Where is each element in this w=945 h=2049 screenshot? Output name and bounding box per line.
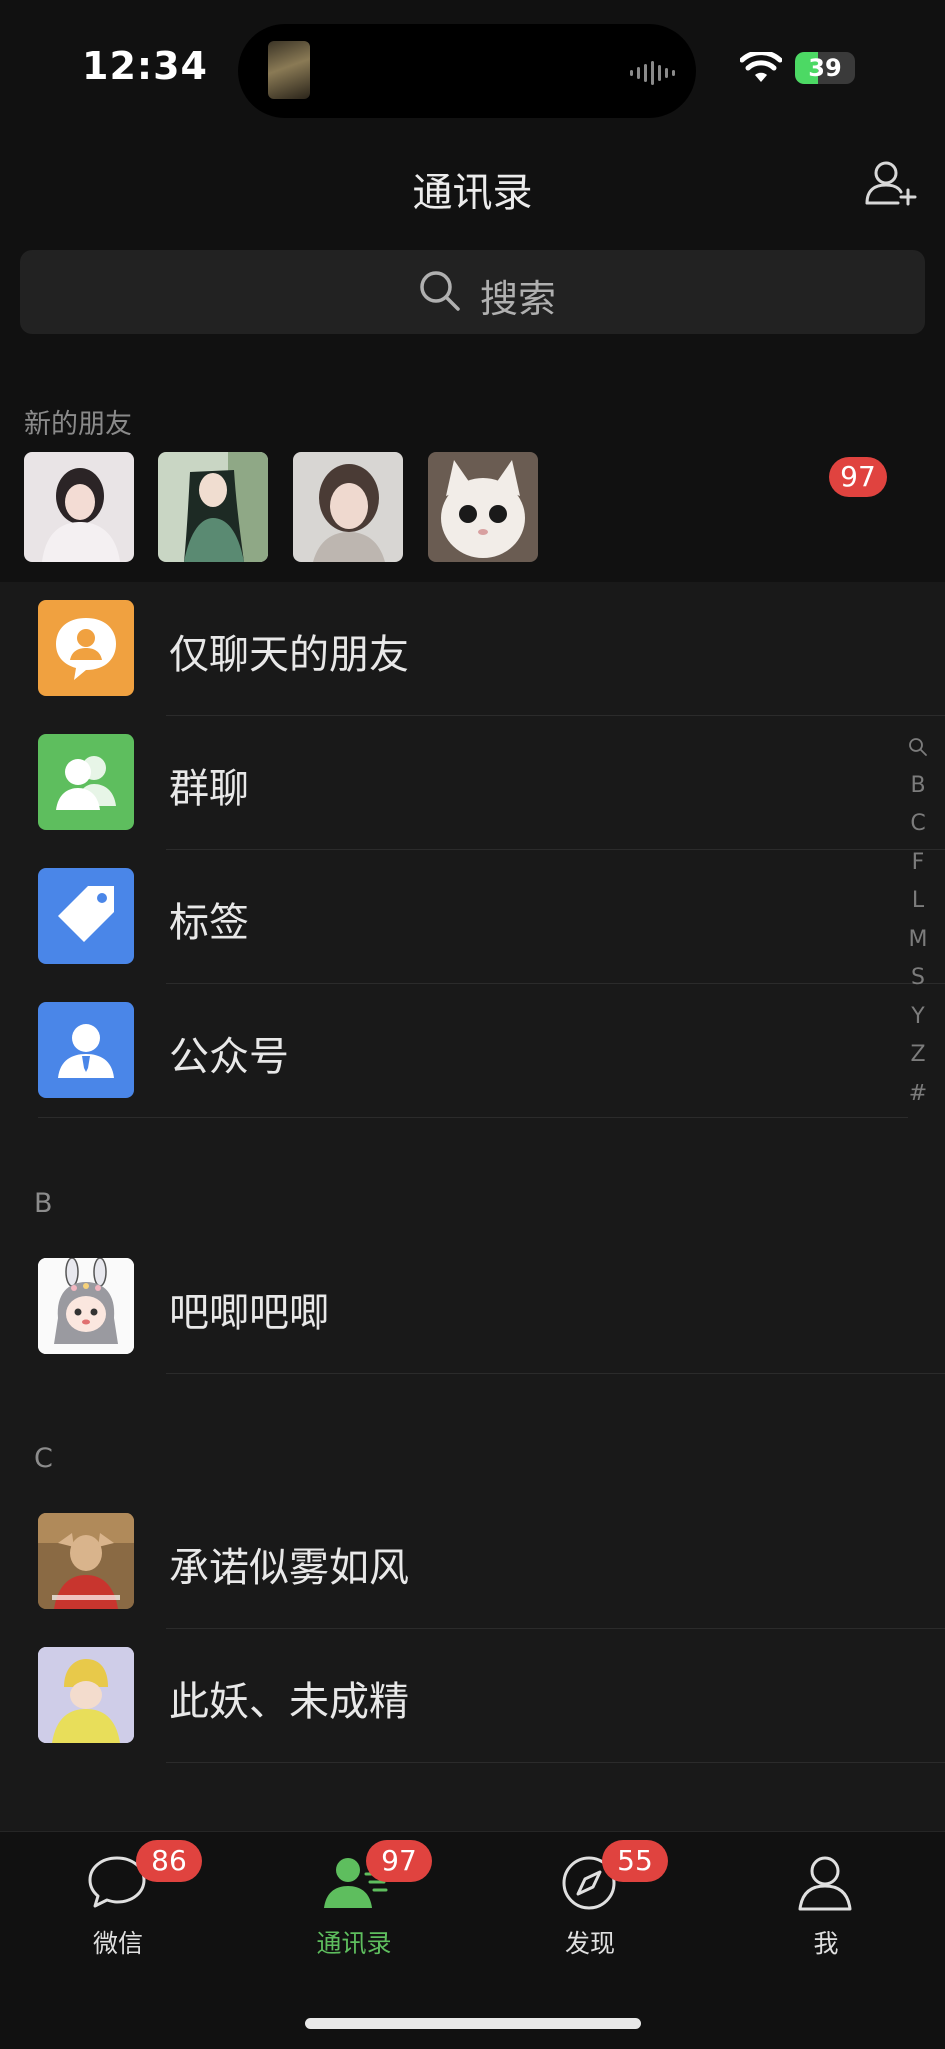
official-account-icon [38, 1002, 134, 1098]
nav-bar: 通讯录 [0, 140, 945, 250]
audio-wave-icon [630, 61, 675, 85]
section-header-b: B [34, 1188, 53, 1219]
search-icon [420, 271, 460, 311]
tab-label: 微信 [92, 1929, 143, 1958]
list-item-official-accounts[interactable]: 公众号 [0, 984, 945, 1118]
list-item-label: 群聊 [169, 766, 249, 812]
dynamic-island[interactable] [238, 24, 696, 118]
list-item-group-chats[interactable]: 群聊 [0, 716, 945, 850]
chat-only-friends-icon [38, 600, 134, 696]
alphabet-index[interactable]: B C F L M S Y Z # [900, 728, 936, 1113]
person-icon [798, 1856, 852, 1911]
index-letter[interactable]: F [900, 844, 936, 883]
tab-discover[interactable]: 55 发现 [472, 1832, 708, 1962]
index-letter[interactable]: Z [900, 1036, 936, 1075]
contact-avatar [38, 1513, 134, 1609]
contact-row[interactable]: 此妖、未成精 [0, 1629, 945, 1763]
wifi-icon [740, 52, 782, 82]
now-playing-artwork [268, 41, 310, 99]
search-area: 搜索 [0, 250, 945, 380]
tab-badge: 97 [366, 1840, 432, 1882]
section-header-c: C [34, 1443, 53, 1474]
index-letter[interactable]: # [900, 1075, 936, 1114]
tab-me[interactable]: 我 [708, 1832, 944, 1962]
tab-badge: 55 [602, 1840, 668, 1882]
divider [166, 1373, 945, 1374]
search-placeholder: 搜索 [480, 277, 557, 321]
contact-name: 吧唧吧唧 [169, 1290, 329, 1336]
contact-name: 此妖、未成精 [169, 1679, 409, 1725]
contact-row[interactable]: 吧唧吧唧 [0, 1240, 945, 1374]
list-item-chat-only-friends[interactable]: 仅聊天的朋友 [0, 582, 945, 716]
battery-indicator: 39 [795, 52, 855, 84]
new-friends-label: 新的朋友 [24, 409, 132, 440]
index-search-icon[interactable] [900, 728, 936, 767]
new-friend-avatar-4[interactable] [428, 452, 538, 562]
new-friend-avatar-1[interactable] [24, 452, 134, 562]
contact-avatar [38, 1258, 134, 1354]
add-contact-icon[interactable] [864, 160, 918, 206]
tab-label: 发现 [564, 1929, 615, 1958]
index-letter[interactable]: S [900, 959, 936, 998]
tab-chats[interactable]: 86 微信 [0, 1832, 236, 1962]
contact-name: 承诺似雾如风 [169, 1545, 409, 1591]
page-title: 通讯录 [412, 170, 533, 216]
divider [166, 1762, 945, 1763]
group-chat-icon [38, 734, 134, 830]
index-letter[interactable]: L [900, 882, 936, 921]
divider [38, 1117, 908, 1118]
index-letter[interactable]: M [900, 921, 936, 960]
tab-bar: 86 微信 97 通讯录 55 发现 我 [0, 1831, 945, 2049]
contact-avatar [38, 1647, 134, 1743]
tab-contacts[interactable]: 97 通讯录 [236, 1832, 472, 1962]
list-item-label: 仅聊天的朋友 [169, 632, 409, 678]
index-letter[interactable]: B [900, 767, 936, 806]
index-letter[interactable]: Y [900, 998, 936, 1037]
list-item-label: 公众号 [169, 1034, 289, 1080]
tab-label: 通讯录 [316, 1929, 392, 1958]
home-indicator[interactable] [305, 2018, 641, 2029]
tag-icon [38, 868, 134, 964]
new-friend-avatar-3[interactable] [293, 452, 403, 562]
tab-label: 我 [813, 1929, 839, 1958]
new-friends-badge: 97 [829, 457, 887, 497]
index-letter[interactable]: C [900, 805, 936, 844]
battery-percent: 39 [808, 54, 842, 82]
list-item-label: 标签 [169, 900, 249, 946]
status-bar: 12:34 39 [0, 0, 945, 140]
contact-row[interactable]: 承诺似雾如风 [0, 1495, 945, 1629]
list-item-tags[interactable]: 标签 [0, 850, 945, 984]
tab-badge: 86 [136, 1840, 202, 1882]
new-friends-section[interactable]: 新的朋友 97 [0, 380, 945, 582]
new-friend-avatar-2[interactable] [158, 452, 268, 562]
status-time: 12:34 [82, 44, 208, 88]
search-bar[interactable]: 搜索 [20, 250, 925, 334]
